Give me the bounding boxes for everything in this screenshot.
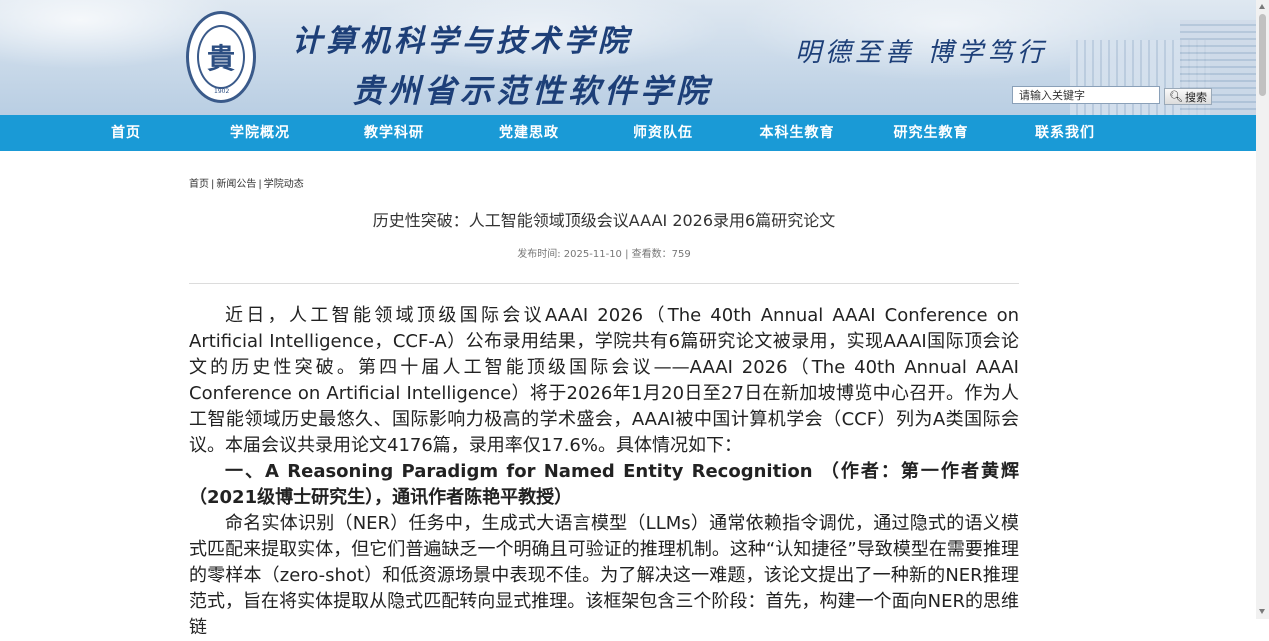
- university-motto: 明德至善 博学笃行: [795, 38, 1048, 68]
- nav-item-party-building[interactable]: 党建思政: [469, 115, 589, 151]
- breadcrumb-news[interactable]: 新闻公告: [216, 179, 256, 190]
- article-paragraph: 近日，人工智能领域顶级国际会议AAAI 2026（The 40th Annual…: [189, 305, 1019, 456]
- title-divider: [189, 283, 1019, 284]
- breadcrumb-home[interactable]: 首页: [189, 179, 209, 190]
- main-nav: 首页 学院概况 教学科研 党建思政 师资队伍 本科生教育 研究生教育 联系我们: [0, 115, 1256, 151]
- scroll-down-icon[interactable]: [1259, 609, 1265, 614]
- scrollbar-thumb[interactable]: [1259, 14, 1266, 96]
- nav-item-faculty[interactable]: 师资队伍: [603, 115, 723, 151]
- search-input[interactable]: [1012, 86, 1160, 104]
- scroll-up-icon[interactable]: [1259, 4, 1265, 9]
- nav-item-teaching-research[interactable]: 教学科研: [334, 115, 454, 151]
- breadcrumb-college-news[interactable]: 学院动态: [264, 179, 304, 190]
- nav-item-contact[interactable]: 联系我们: [1005, 115, 1125, 151]
- logo-year: 1902: [214, 88, 230, 95]
- search-button[interactable]: 🔍︎ 搜索: [1164, 88, 1212, 105]
- breadcrumb-separator: |: [258, 179, 262, 190]
- article-paragraph: 命名实体识别（NER）任务中，生成式大语言模型（LLMs）通常依赖指令调优，通过…: [189, 513, 1019, 638]
- article-section-heading: 一、A Reasoning Paradigm for Named Entity …: [189, 461, 1019, 508]
- logo-emblem: 貴: [197, 25, 245, 89]
- nav-item-undergraduate[interactable]: 本科生教育: [737, 115, 857, 151]
- article-meta: 发布时间: 2025-11-10 | 查看数：759: [517, 249, 691, 260]
- breadcrumb: 首页 | 新闻公告 | 学院动态: [189, 175, 304, 190]
- nav-item-about[interactable]: 学院概况: [200, 115, 320, 151]
- site-header: 貴 1902 计算机科学与技术学院 贵州省示范性软件学院 明德至善 博学笃行 🔍…: [0, 0, 1256, 115]
- site-title-line1: 计算机科学与技术学院: [292, 24, 632, 59]
- article-body: 近日，人工智能领域顶级国际会议AAAI 2026（The 40th Annual…: [189, 303, 1019, 641]
- nav-item-home[interactable]: 首页: [66, 115, 186, 151]
- nav-item-graduate[interactable]: 研究生教育: [871, 115, 991, 151]
- page-scrollbar[interactable]: [1256, 0, 1269, 619]
- article-title: 历史性突破：人工智能领域顶级会议AAAI 2026录用6篇研究论文: [372, 211, 836, 230]
- search-icon: 🔍︎: [1169, 90, 1183, 103]
- breadcrumb-separator: |: [211, 179, 215, 190]
- search-button-label: 搜索: [1184, 90, 1207, 104]
- site-title-line2: 贵州省示范性软件学院: [352, 72, 713, 110]
